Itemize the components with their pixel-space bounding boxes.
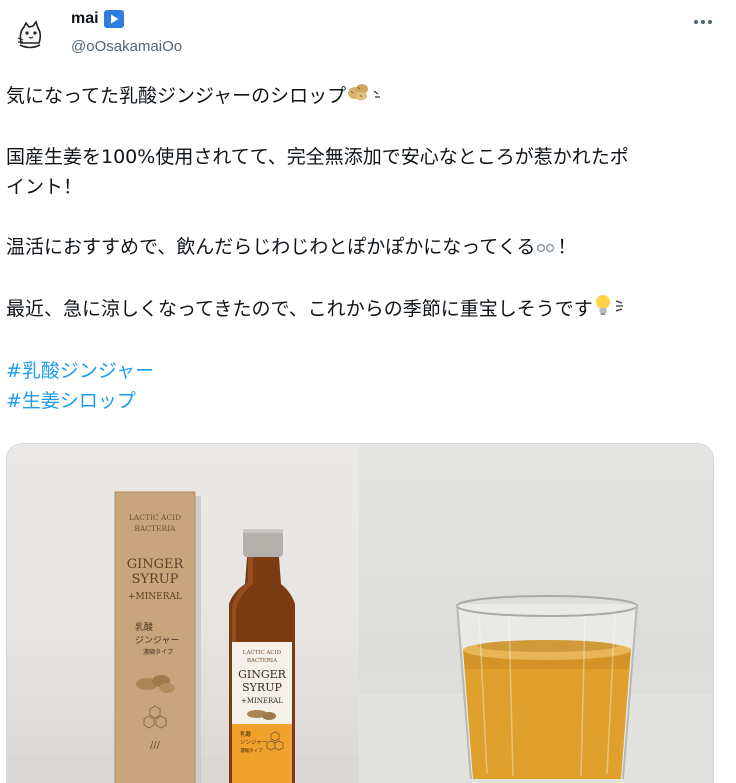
bottle-title-3: +MINERAL [241, 697, 283, 705]
more-options-icon [694, 20, 712, 24]
ginger-root-emoji [346, 81, 372, 112]
glass-photo-drawing [359, 595, 713, 783]
hashtag-2[interactable]: #生姜シロップ [6, 390, 136, 412]
droplet-emoji [535, 233, 557, 263]
tweet-line-2a: 国産生姜を100%使用されてて、完全無添加で安心なところが惹かれたポ [6, 146, 629, 168]
box-title-3: +MINERAL [128, 592, 182, 602]
bottle-text-2: BACTERIA [247, 658, 278, 664]
avatar-cat-icon [10, 14, 50, 54]
bottle-jp-2: ジンジャー [240, 740, 267, 746]
photo-glass[interactable] [359, 444, 713, 783]
bottle-text-1: LACTIC ACID [243, 650, 282, 656]
box-jp-1: 乳酸 [135, 621, 153, 633]
user-handle[interactable]: @oOsakamaiOo [71, 38, 182, 55]
box-jp-3: 濃縮タイプ [143, 648, 173, 656]
more-options-button[interactable] [688, 10, 718, 34]
user-name-row[interactable]: mai [71, 10, 124, 28]
media-grid: LACTIC ACID BACTERIA GINGER SYRUP +MINER… [6, 443, 714, 783]
bottle-title-2: SYRUP [242, 681, 282, 694]
tweet-line: 国産生姜を100%使用されてて、完全無添加で安心なところが惹かれたポ [6, 142, 716, 172]
box-title-2: SYRUP [132, 572, 179, 587]
tweet-line: イント！ [6, 172, 716, 202]
tweet-line-3-end: ！ [557, 236, 577, 258]
sparkle-emoji [372, 82, 384, 112]
bottle-title-1: GINGER [238, 668, 287, 681]
hashtag-link[interactable]: #生姜シロップ [6, 386, 716, 416]
photo-product[interactable]: LACTIC ACID BACTERIA GINGER SYRUP +MINER… [7, 444, 359, 783]
display-name[interactable]: mai [71, 10, 99, 28]
bottle: LACTIC ACID BACTERIA GINGER SYRUP +MINER… [229, 529, 295, 783]
sparkle-emoji [613, 294, 627, 325]
box-text-2: BACTERIA [134, 524, 176, 533]
tweet-line-1: 気になってた乳酸ジンジャーのシロップ [6, 85, 347, 107]
box-title-1: GINGER [127, 557, 185, 572]
tweet-line: 温活におすすめで、飲んだらじわじわとぽかぽかになってくる ！ [6, 232, 716, 263]
tweet-line-3: 温活におすすめで、飲んだらじわじわとぽかぽかになってくる [6, 236, 536, 258]
box-text-1: LACTIC ACID [129, 513, 181, 522]
avatar[interactable] [10, 14, 50, 54]
tweet-text: 気になってた乳酸ジンジャーのシロップ 国産生姜を100%使用されてて、完全無添加… [6, 81, 716, 416]
hashtag-link[interactable]: #乳酸ジンジャー [6, 356, 716, 386]
box-jp-2: ジンジャー [135, 636, 180, 646]
tweet-line-2b: イント！ [6, 176, 83, 198]
tweet-line: 最近、急に涼しくなってきたので、これからの季節に重宝しそうです [6, 293, 716, 326]
hashtag-1[interactable]: #乳酸ジンジャー [6, 360, 154, 382]
product-photo-drawing: LACTIC ACID BACTERIA GINGER SYRUP +MINER… [7, 491, 359, 783]
bottle-jp-3: 濃縮タイプ [240, 747, 263, 754]
tweet-line-4: 最近、急に涼しくなってきたので、これからの季節に重宝しそうです [6, 297, 593, 320]
box-logo-mark: /// [150, 740, 161, 751]
tweet-line: 気になってた乳酸ジンジャーのシロップ [6, 81, 716, 112]
play-button-icon [103, 10, 124, 28]
lightbulb-emoji [593, 293, 613, 326]
bottle-jp-1: 乳酸 [240, 730, 252, 738]
